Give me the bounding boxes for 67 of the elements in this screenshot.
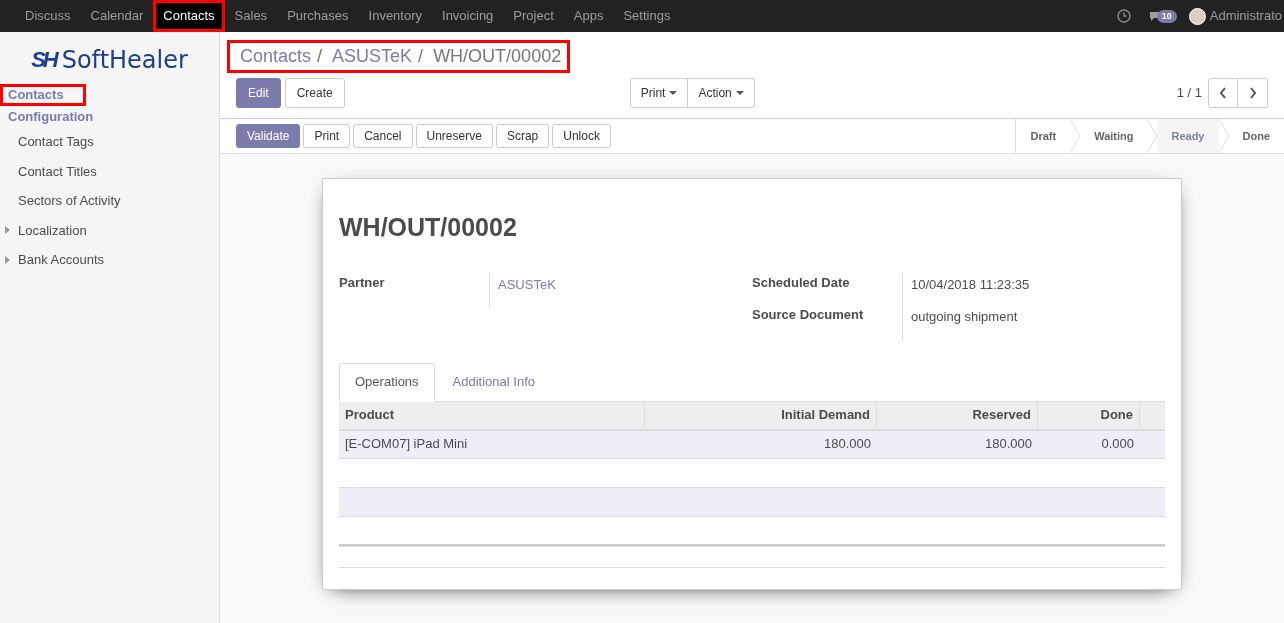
message-count-badge: 10 [1156, 9, 1177, 23]
sidebar-item[interactable]: Sectors of Activity [0, 186, 121, 216]
pager-value: 1 / 1 [1176, 84, 1202, 103]
breadcrumb-separator: / [317, 45, 323, 68]
menu-item[interactable]: Calendar [80, 0, 154, 32]
menu-item[interactable]: Sales [224, 0, 278, 32]
breadcrumb-separator: / [418, 45, 424, 68]
logo-text: SoftHealer [61, 48, 188, 72]
form-button[interactable]: Create [284, 78, 345, 108]
column-header[interactable]: Initial Demand [645, 401, 877, 429]
form-button[interactable]: Edit [236, 78, 281, 108]
menu-item[interactable]: Invoicing [432, 0, 504, 32]
caret-icon[interactable] [5, 255, 10, 264]
breadcrumb-link[interactable]: ASUSTeK [332, 43, 413, 70]
tab[interactable]: Additional Info [436, 362, 551, 402]
menu-item[interactable]: Contacts [153, 0, 225, 32]
chat-icon[interactable] [1148, 10, 1161, 22]
chevron-right-icon [1248, 87, 1257, 99]
breadcrumb-link[interactable]: Contacts [240, 43, 312, 70]
workflow-button[interactable]: Unreserve [415, 124, 493, 148]
previous-button[interactable] [1208, 78, 1238, 108]
column-header[interactable]: Reserved [877, 401, 1038, 429]
logo-mark: SH [31, 49, 56, 71]
workflow-button[interactable]: Cancel [353, 124, 413, 148]
status-stage[interactable]: Ready [1157, 119, 1219, 153]
sidebar-heading[interactable]: Configuration [0, 105, 102, 127]
field-label: Partner [339, 273, 386, 292]
chevron-left-icon [1219, 87, 1227, 99]
menu-item[interactable]: Inventory [358, 0, 433, 32]
field-value: outgoing shipment [902, 305, 1018, 341]
menu-item[interactable]: Settings [613, 0, 681, 32]
tab[interactable]: Operations [339, 362, 435, 402]
field-label: Source Document [752, 306, 865, 324]
column-header[interactable]: Product [339, 401, 645, 429]
sidebar-item[interactable]: Bank Accounts [18, 250, 104, 270]
column-header[interactable]: Done [1038, 401, 1140, 429]
workflow-button[interactable]: Validate [236, 124, 301, 148]
current-record-title: WH/OUT/00002 [433, 45, 562, 68]
sidebar-item[interactable]: Contact Titles [0, 156, 97, 186]
table-row[interactable]: [E-COM07] iPad Mini 180.000 180.000 0.000 [339, 430, 1165, 459]
caret-icon [735, 90, 744, 96]
table-cell-text: 180.000 [823, 435, 872, 454]
field-value: 10/04/2018 11:23:35 [902, 272, 1030, 305]
caret-icon [669, 90, 678, 96]
caret-icon[interactable] [5, 226, 10, 235]
table-cell-text: 180.000 [984, 435, 1033, 454]
menu-item[interactable]: Apps [563, 0, 614, 32]
field-value[interactable]: ASUSTeK [489, 272, 556, 308]
workflow-button[interactable]: Unlock [552, 124, 611, 148]
clock-icon[interactable] [1116, 9, 1131, 23]
menu-item[interactable]: Discuss [15, 0, 81, 32]
workflow-button[interactable]: Scrap [495, 124, 550, 148]
field-label: Scheduled Date [752, 273, 851, 292]
avatar[interactable] [1188, 7, 1206, 25]
user-name[interactable]: Administrato [1209, 6, 1284, 26]
menu-item[interactable]: Purchases [277, 0, 359, 32]
dropdown-button[interactable]: Print [629, 78, 689, 108]
next-button[interactable] [1238, 78, 1268, 108]
sidebar-heading[interactable]: Contacts [0, 84, 86, 106]
table-cell-text: [E-COM07] iPad Mini [344, 435, 469, 454]
dropdown-button[interactable]: Action [688, 78, 755, 108]
workflow-button[interactable]: Print [303, 124, 351, 148]
sidebar-item[interactable]: Contact Tags [0, 127, 94, 157]
sidebar-item[interactable]: Localization [18, 220, 87, 240]
menu-item[interactable]: Project [503, 0, 564, 32]
record-title: WH/OUT/00002 [339, 212, 518, 243]
table-cell-text: 0.000 [1100, 435, 1135, 454]
